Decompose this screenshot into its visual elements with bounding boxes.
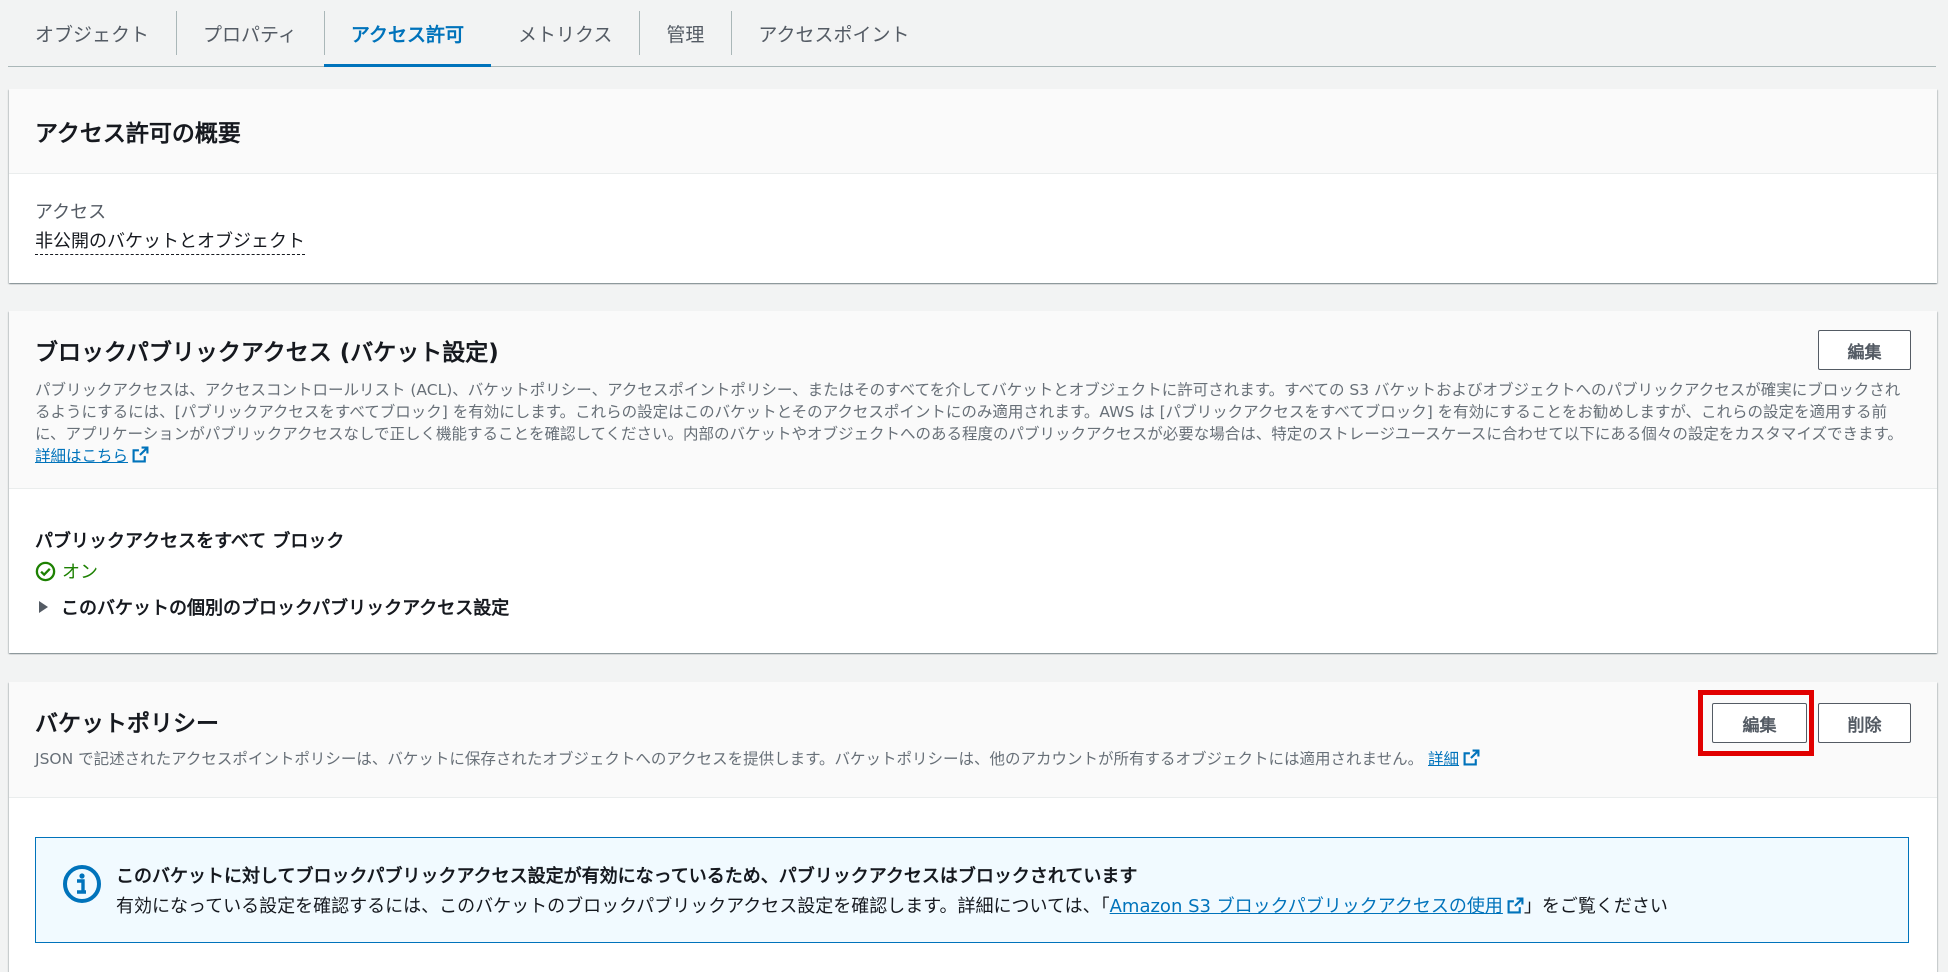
- block-public-access-doc-link[interactable]: Amazon S3 ブロックパブリックアクセスの使用: [1110, 896, 1503, 917]
- panel-title: バケットポリシー: [35, 711, 219, 737]
- status-text: オン: [62, 562, 98, 583]
- panel-header: アクセス許可の概要: [9, 89, 1937, 174]
- panel-body: パブリックアクセスをすべて ブロック オン このバケットの個別のブロックパブリッ…: [9, 489, 1937, 620]
- tab-access-points[interactable]: アクセスポイント: [731, 0, 936, 66]
- tab-objects[interactable]: オブジェクト: [8, 0, 176, 66]
- check-circle-icon: [35, 561, 56, 581]
- external-link-icon[interactable]: [132, 446, 149, 463]
- panel-header: ブロックパブリックアクセス (バケット設定) 編集 パブリックアクセスは、アクセ…: [9, 311, 1937, 489]
- tab-management[interactable]: 管理: [639, 0, 731, 66]
- expander-label: このバケットの個別のブロックパブリックアクセス設定: [61, 598, 510, 619]
- individual-settings-expander[interactable]: このバケットの個別のブロックパブリックアクセス設定: [35, 594, 1911, 620]
- bucket-policy-delete-button[interactable]: 削除: [1818, 703, 1911, 743]
- panel-header: バケットポリシー 編集 削除 JSON で記述されたアクセスポイントポリシーは、…: [9, 682, 1937, 798]
- tab-metrics[interactable]: メトリクス: [491, 0, 639, 66]
- bucket-policy-panel: バケットポリシー 編集 削除 JSON で記述されたアクセスポイントポリシーは、…: [9, 682, 1937, 972]
- alert-title: このバケットに対してブロックパブリックアクセス設定が有効になっているため、パブリ…: [116, 866, 1138, 887]
- info-alert: このバケットに対してブロックパブリックアクセス設定が有効になっているため、パブリ…: [35, 837, 1909, 943]
- details-link[interactable]: 詳細: [1428, 750, 1459, 768]
- bucket-policy-edit-button[interactable]: 編集: [1712, 703, 1807, 743]
- tab-properties[interactable]: プロパティ: [176, 0, 324, 66]
- tab-permissions[interactable]: アクセス許可: [323, 0, 492, 67]
- description-text: JSON で記述されたアクセスポイントポリシーは、バケットに保存されたオブジェク…: [35, 750, 1424, 768]
- status-indicator: オン: [35, 558, 1911, 584]
- permissions-overview-panel: アクセス許可の概要 アクセス 非公開のバケットとオブジェクト: [9, 89, 1937, 283]
- external-link-icon[interactable]: [1507, 897, 1524, 914]
- alert-text-before: 有効になっている設定を確認するには、このバケットのブロックパブリックアクセス設定…: [116, 896, 1110, 917]
- tab-bar: オブジェクト プロパティ アクセス許可 メトリクス 管理 アクセスポイント: [8, 0, 1936, 67]
- description-text: パブリックアクセスは、アクセスコントロールリスト (ACL)、バケットポリシー、…: [35, 381, 1903, 443]
- access-label: アクセス: [35, 202, 107, 223]
- panel-title: ブロックパブリックアクセス (バケット設定): [35, 340, 499, 366]
- alert-text: 有効になっている設定を確認するには、このバケットのブロックパブリックアクセス設定…: [116, 892, 1888, 918]
- alert-text-after: 」をご覧ください: [1523, 896, 1668, 917]
- block-public-edit-button[interactable]: 編集: [1818, 330, 1911, 370]
- block-public-access-panel: ブロックパブリックアクセス (バケット設定) 編集 パブリックアクセスは、アクセ…: [9, 311, 1937, 653]
- panel-description: パブリックアクセスは、アクセスコントロールリスト (ACL)、バケットポリシー、…: [35, 379, 1915, 467]
- block-all-label: パブリックアクセスをすべて ブロック: [35, 531, 345, 552]
- info-icon: [63, 865, 101, 903]
- caret-right-icon: [39, 601, 48, 613]
- learn-more-link[interactable]: 詳細はこちら: [35, 447, 128, 465]
- external-link-icon[interactable]: [1463, 749, 1480, 766]
- panel-description: JSON で記述されたアクセスポイントポリシーは、バケットに保存されたオブジェク…: [35, 748, 1911, 770]
- panel-body: アクセス 非公開のバケットとオブジェクト: [9, 174, 1937, 255]
- access-value[interactable]: 非公開のバケットとオブジェクト: [35, 230, 305, 255]
- panel-title: アクセス許可の概要: [35, 121, 241, 147]
